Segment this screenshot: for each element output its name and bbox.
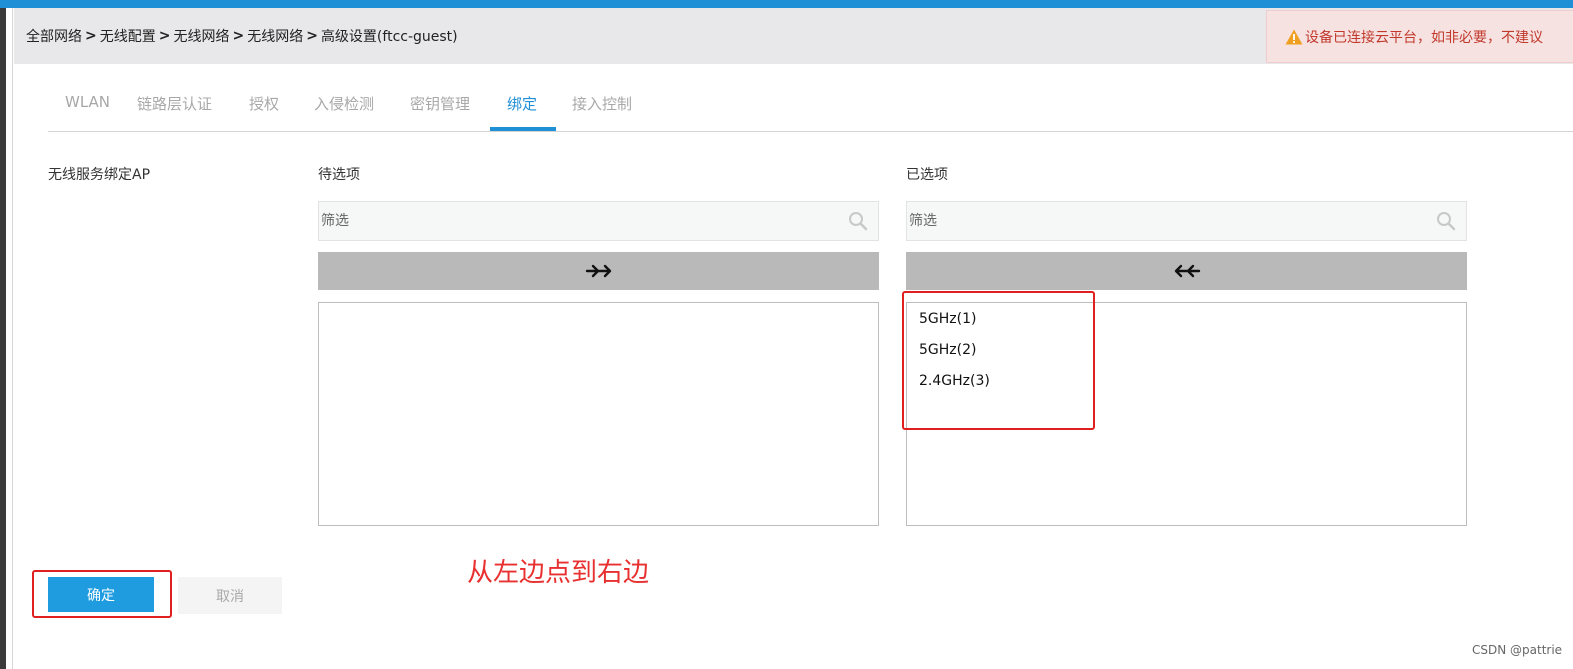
- active-tab-indicator: [490, 127, 556, 131]
- breadcrumb: 全部网络 > 无线配置 > 无线网络 > 无线网络 > 高级设置(ftcc-gu…: [26, 26, 458, 46]
- chevron-right-icon: >: [306, 28, 318, 44]
- tab-intrusion-detection[interactable]: 入侵检测: [314, 93, 374, 114]
- tab-binding[interactable]: 绑定: [507, 93, 537, 114]
- field-label-bind-ap: 无线服务绑定AP: [48, 167, 151, 183]
- breadcrumb-item-advanced-settings: 高级设置(ftcc-guest): [320, 29, 458, 45]
- ok-button[interactable]: 确定: [48, 577, 154, 612]
- alert-text: 设备已连接云平台，如非必要，不建议: [1305, 30, 1543, 46]
- cancel-button[interactable]: 取消: [178, 577, 282, 614]
- double-arrow-left-icon: [1174, 264, 1200, 278]
- tab-access-control[interactable]: 接入控制: [572, 93, 632, 114]
- selected-filter-box: [906, 201, 1467, 241]
- warning-icon: [1285, 29, 1303, 45]
- chevron-right-icon: >: [158, 28, 171, 44]
- chevron-right-icon: >: [232, 28, 245, 44]
- breadcrumb-item-wireless-network[interactable]: 无线网络: [173, 26, 229, 46]
- search-icon[interactable]: [848, 211, 868, 231]
- selected-filter-input[interactable]: [907, 202, 1427, 240]
- move-left-button[interactable]: [906, 252, 1467, 290]
- breadcrumb-item-all-network[interactable]: 全部网络: [26, 26, 82, 46]
- left-edge-shadow: [0, 8, 6, 669]
- cloud-connected-alert: 设备已连接云平台，如非必要，不建议: [1266, 10, 1573, 63]
- alert-content: 设备已连接云平台，如非必要，不建议: [1285, 27, 1543, 47]
- tab-key-management[interactable]: 密钥管理: [410, 93, 470, 114]
- left-edge-panel: [0, 8, 13, 669]
- tab-wlan[interactable]: WLAN: [65, 93, 110, 111]
- search-icon[interactable]: [1436, 211, 1456, 231]
- top-accent-bar: [0, 0, 1573, 8]
- available-list-title: 待选项: [318, 167, 360, 183]
- tab-link-layer-auth[interactable]: 链路层认证: [137, 93, 212, 114]
- annotation-text: 从左边点到右边: [467, 558, 650, 588]
- tab-authorization[interactable]: 授权: [249, 93, 279, 114]
- selected-list-title: 已选项: [906, 167, 948, 183]
- annotation-frame-selected-items: [902, 291, 1095, 430]
- available-filter-box: [318, 201, 879, 241]
- chevron-right-icon: >: [85, 28, 97, 44]
- breadcrumb-item-wireless-network-2[interactable]: 无线网络: [247, 26, 303, 46]
- move-right-button[interactable]: [318, 252, 879, 290]
- settings-tabs: WLAN 链路层认证 授权 入侵检测 密钥管理 绑定 接入控制: [48, 80, 1573, 132]
- available-filter-input[interactable]: [319, 202, 839, 240]
- available-items-list[interactable]: [318, 302, 879, 526]
- watermark: CSDN @pattrie: [1472, 643, 1563, 657]
- breadcrumb-item-wireless-config[interactable]: 无线配置: [100, 26, 156, 46]
- double-arrow-right-icon: [585, 264, 611, 278]
